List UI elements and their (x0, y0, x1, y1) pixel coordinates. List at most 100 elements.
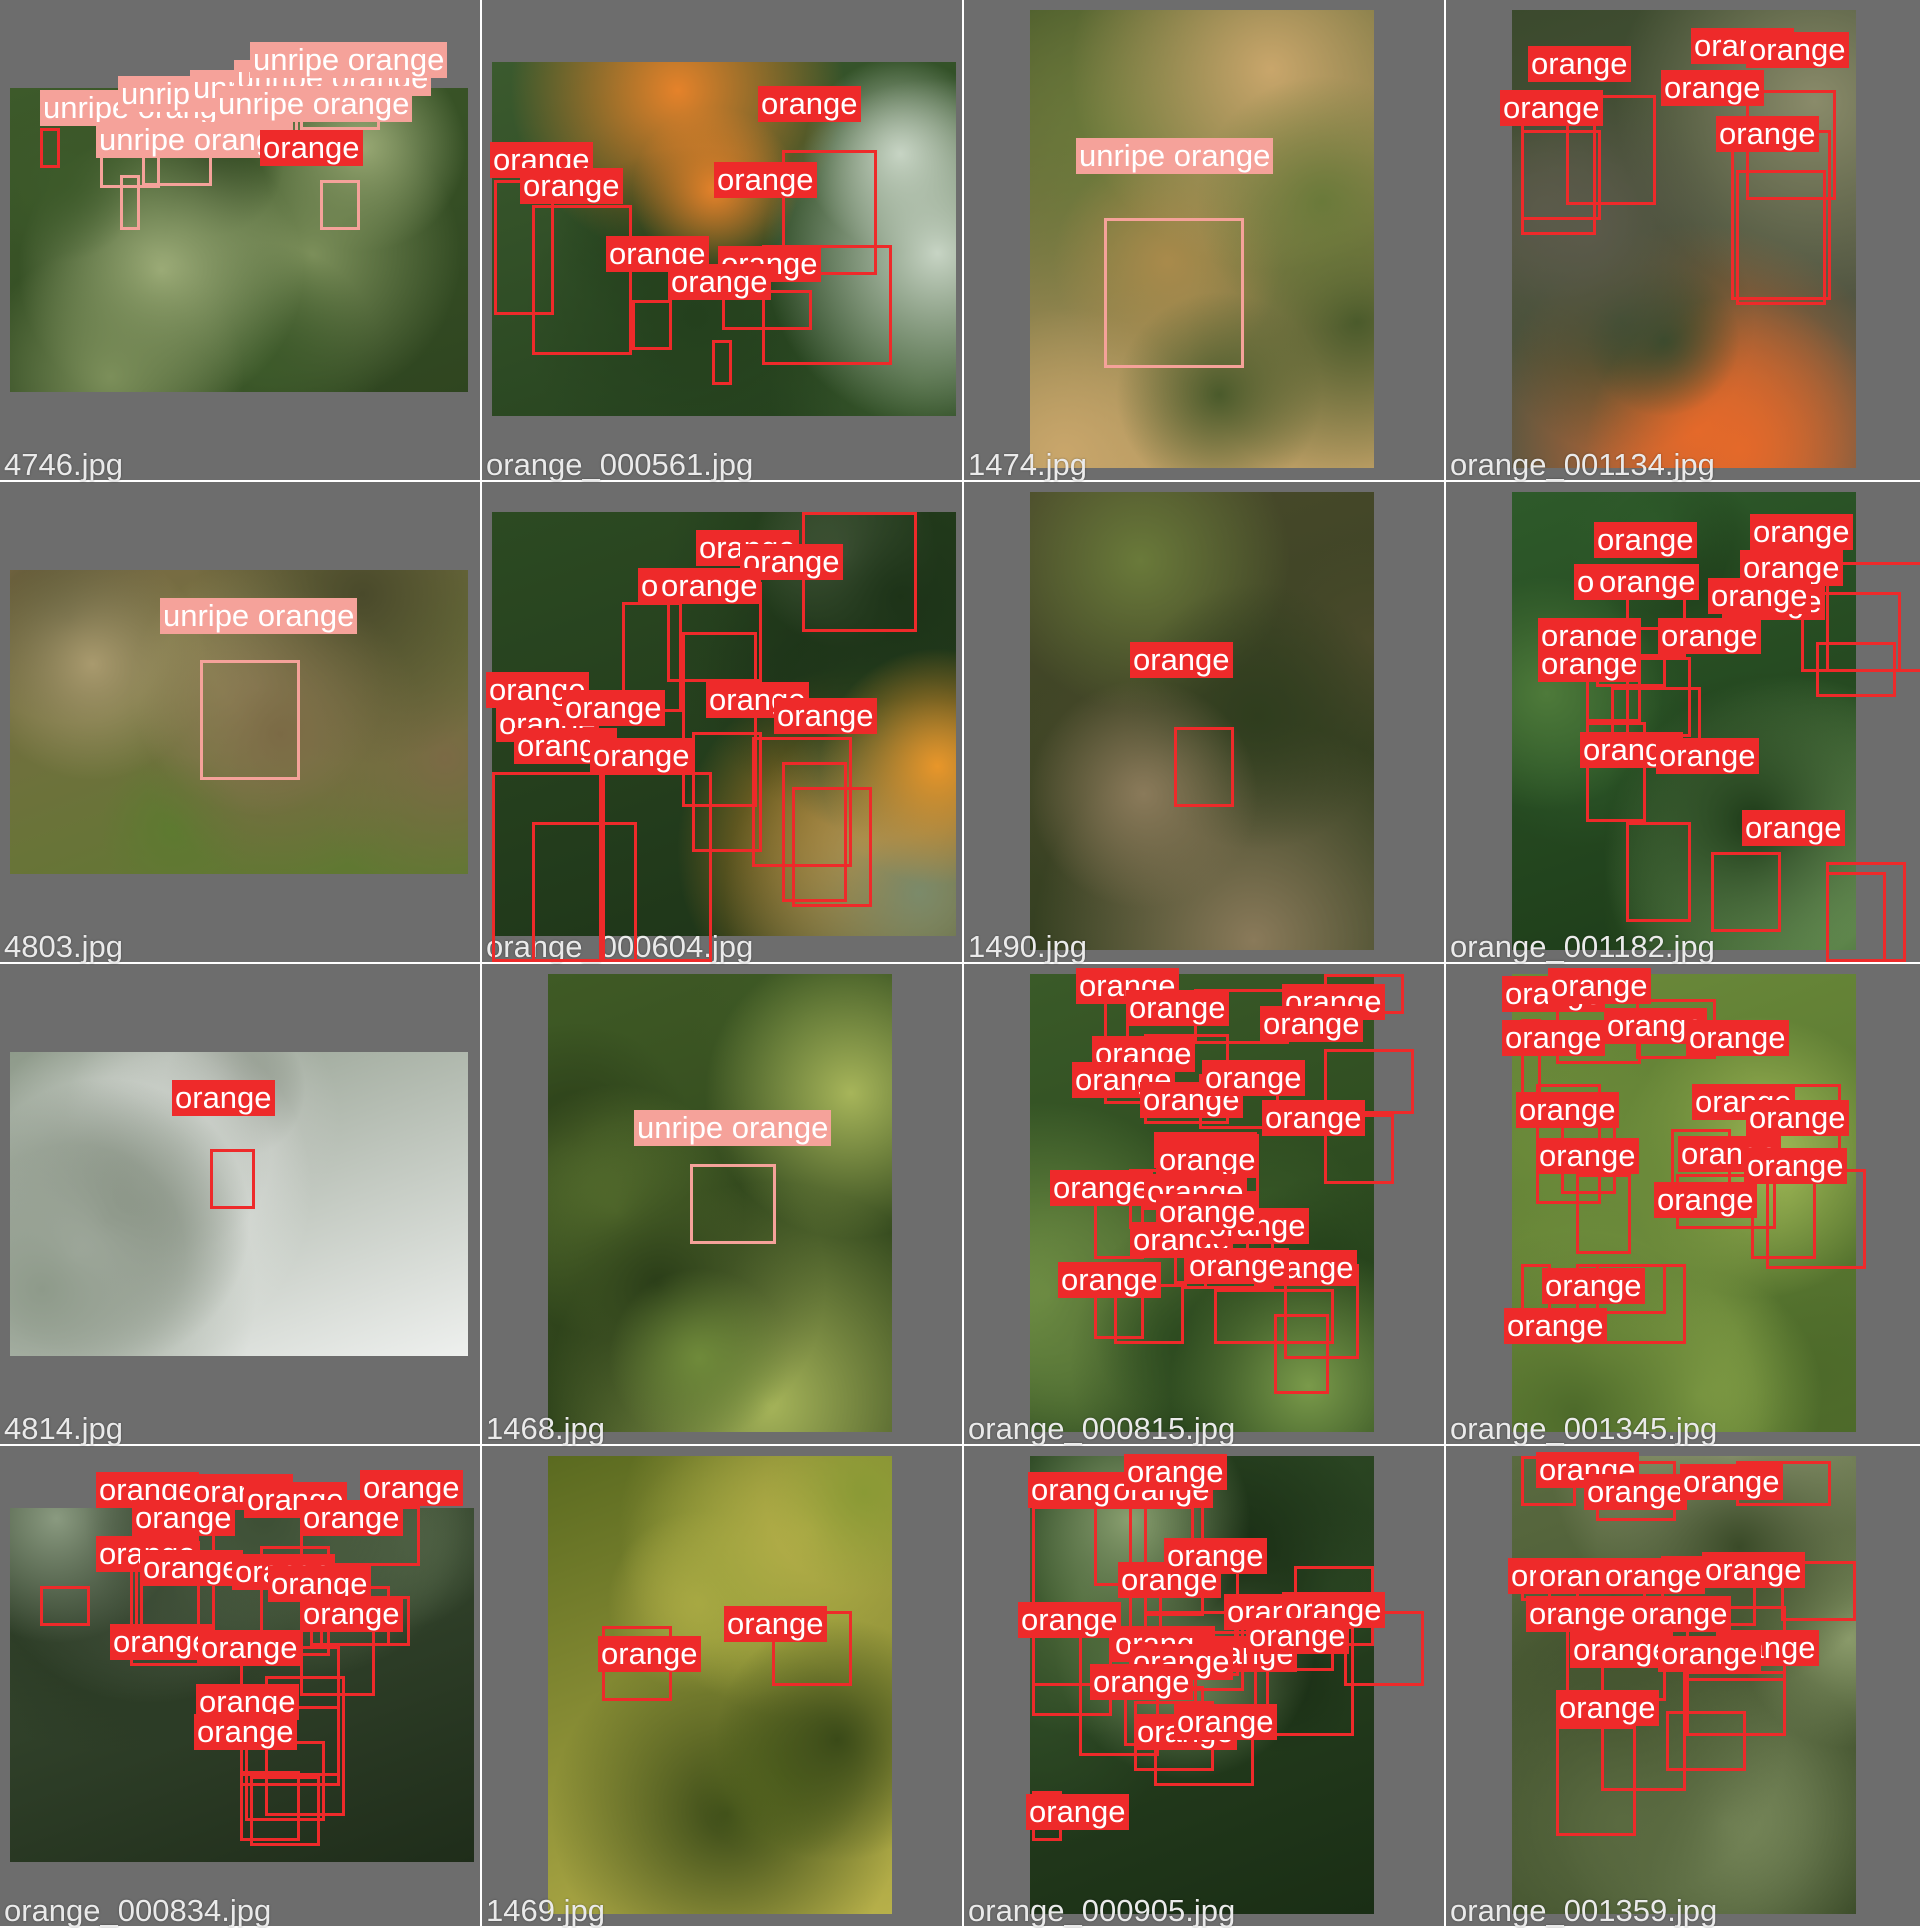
class-label: orange (668, 264, 771, 300)
mosaic-tile: orange orange orange orange orange orange oran… (1446, 964, 1920, 1446)
class-label: orange (140, 1550, 243, 1586)
class-label: orange (1058, 1262, 1161, 1298)
class-label: orange (260, 130, 363, 166)
class-label: orange (1654, 1182, 1757, 1218)
class-label: orange (1628, 1596, 1731, 1632)
mosaic-tile: orange orange orange orange orange orange oran… (964, 1446, 1444, 1928)
class-label: orange (724, 1606, 827, 1642)
mosaic-tile: orange orange orange orange orange orange oran… (964, 964, 1444, 1446)
image-filename: 4814.jpg (4, 1411, 123, 1446)
orchard-photo (1030, 10, 1374, 468)
class-label: orange (1186, 1248, 1289, 1284)
class-label: orange (520, 168, 623, 204)
image-filename: orange_000905.jpg (968, 1893, 1236, 1928)
class-label: orange (1528, 46, 1631, 82)
class-label: orange (1500, 90, 1603, 126)
class-label: orange (774, 698, 877, 734)
mosaic-tile: orange orange orange orange orange orange oran… (482, 0, 962, 482)
class-label: orange (1602, 1558, 1705, 1594)
class-label: orange (1686, 1020, 1789, 1056)
image-filename: orange_000561.jpg (486, 447, 754, 482)
class-label: orange (1658, 1636, 1761, 1672)
class-label: orange (1661, 70, 1764, 106)
class-label: orange (1502, 1020, 1605, 1056)
orchard-photo (492, 62, 956, 416)
mosaic-tile: unripe orange 1468.jpg (482, 964, 962, 1446)
class-label: orange (1556, 1690, 1659, 1726)
image-filename: orange_001345.jpg (1450, 1411, 1718, 1446)
image-filename: orange_000815.jpg (968, 1411, 1236, 1446)
class-label: orange (598, 1636, 701, 1672)
class-label: orange (1746, 1100, 1849, 1136)
mosaic-tile: orange orange 1469.jpg (482, 1446, 962, 1928)
class-label: orange (1130, 642, 1233, 678)
image-filename: 1490.jpg (968, 929, 1087, 964)
image-filename: 1468.jpg (486, 1411, 605, 1446)
class-label: orange (1742, 810, 1845, 846)
class-label: orange (1538, 646, 1641, 682)
image-filename: orange_001182.jpg (1450, 929, 1715, 964)
class-label: orange (1708, 578, 1811, 614)
class-label: orange (1174, 1704, 1277, 1740)
class-label: orange (1260, 1006, 1363, 1042)
class-label: orange (714, 162, 817, 198)
orchard-photo (548, 1456, 892, 1914)
class-label: orange (1164, 1538, 1267, 1574)
mosaic-tile: orange orange orange orange orange orange oran… (1446, 482, 1920, 964)
class-label: orange (1596, 564, 1699, 600)
class-label: orange (1156, 1142, 1259, 1178)
class-label: unripe orange (160, 598, 358, 634)
orchard-photo (1512, 1456, 1856, 1914)
image-filename: 4746.jpg (4, 447, 123, 482)
image-filename: 1474.jpg (968, 447, 1087, 482)
class-label: orange (1584, 1474, 1687, 1510)
class-label: orange (1156, 1194, 1259, 1230)
class-label: orange (1548, 968, 1651, 1004)
class-label: orange (1516, 1092, 1619, 1128)
class-label: orange (1658, 618, 1761, 654)
class-label: unripe orange (634, 1110, 832, 1146)
class-label: orange (1026, 1794, 1129, 1830)
class-label: orange (1504, 1308, 1607, 1344)
class-label: orange (1246, 1618, 1349, 1654)
class-label: orange (1594, 522, 1697, 558)
class-label: orange (1262, 1100, 1365, 1136)
orchard-photo (548, 974, 892, 1432)
class-label: orange (300, 1596, 403, 1632)
class-label: orange (1542, 1268, 1645, 1304)
class-label: unripe orange (215, 86, 413, 122)
class-label: unripe orange (1076, 138, 1274, 174)
mosaic-tile: orange 1490.jpg (964, 482, 1444, 964)
class-label: orange (1750, 514, 1853, 550)
mosaic-tile: unripe orangeunripe orangeunripe orangeu… (0, 0, 480, 482)
class-label: orange (198, 1630, 301, 1666)
class-label: orange (758, 86, 861, 122)
class-label: orange (1746, 32, 1849, 68)
mosaic-tile: orange orange orange orange orange orange oran… (1446, 1446, 1920, 1928)
class-label: orange (1702, 1552, 1805, 1588)
class-label: orange (562, 690, 665, 726)
class-label: orange (1536, 1138, 1639, 1174)
class-label: orange (1050, 1170, 1153, 1206)
class-label: orange (658, 568, 761, 604)
class-label: orange (194, 1714, 297, 1750)
image-filename: orange_000834.jpg (4, 1893, 272, 1928)
mosaic-tile: unripe orange 1474.jpg (964, 0, 1444, 482)
detection-mosaic: unripe orangeunripe orangeunripe orangeu… (0, 0, 1920, 1928)
mosaic-tile: orange orange orange orange orange orange oran… (482, 482, 962, 964)
class-label: orange (1090, 1664, 1193, 1700)
mosaic-tile: orange orange orange orange orange orange oran… (0, 1446, 480, 1928)
class-label: orange (360, 1470, 463, 1506)
class-label: orange (1126, 990, 1229, 1026)
class-label: orange (1526, 1596, 1629, 1632)
image-filename: orange_000604.jpg (486, 929, 754, 964)
image-filename: orange_001359.jpg (1450, 1893, 1718, 1928)
orchard-photo (1030, 1456, 1374, 1914)
class-label: orange (172, 1080, 275, 1116)
class-label: orange (1680, 1464, 1783, 1500)
image-filename: orange_001134.jpg (1450, 447, 1715, 482)
class-label: orange (1018, 1602, 1121, 1638)
class-label: orange (590, 738, 693, 774)
class-label: unripe orange (250, 42, 448, 78)
mosaic-tile: orange orange orange orange orange orange oran… (1446, 0, 1920, 482)
